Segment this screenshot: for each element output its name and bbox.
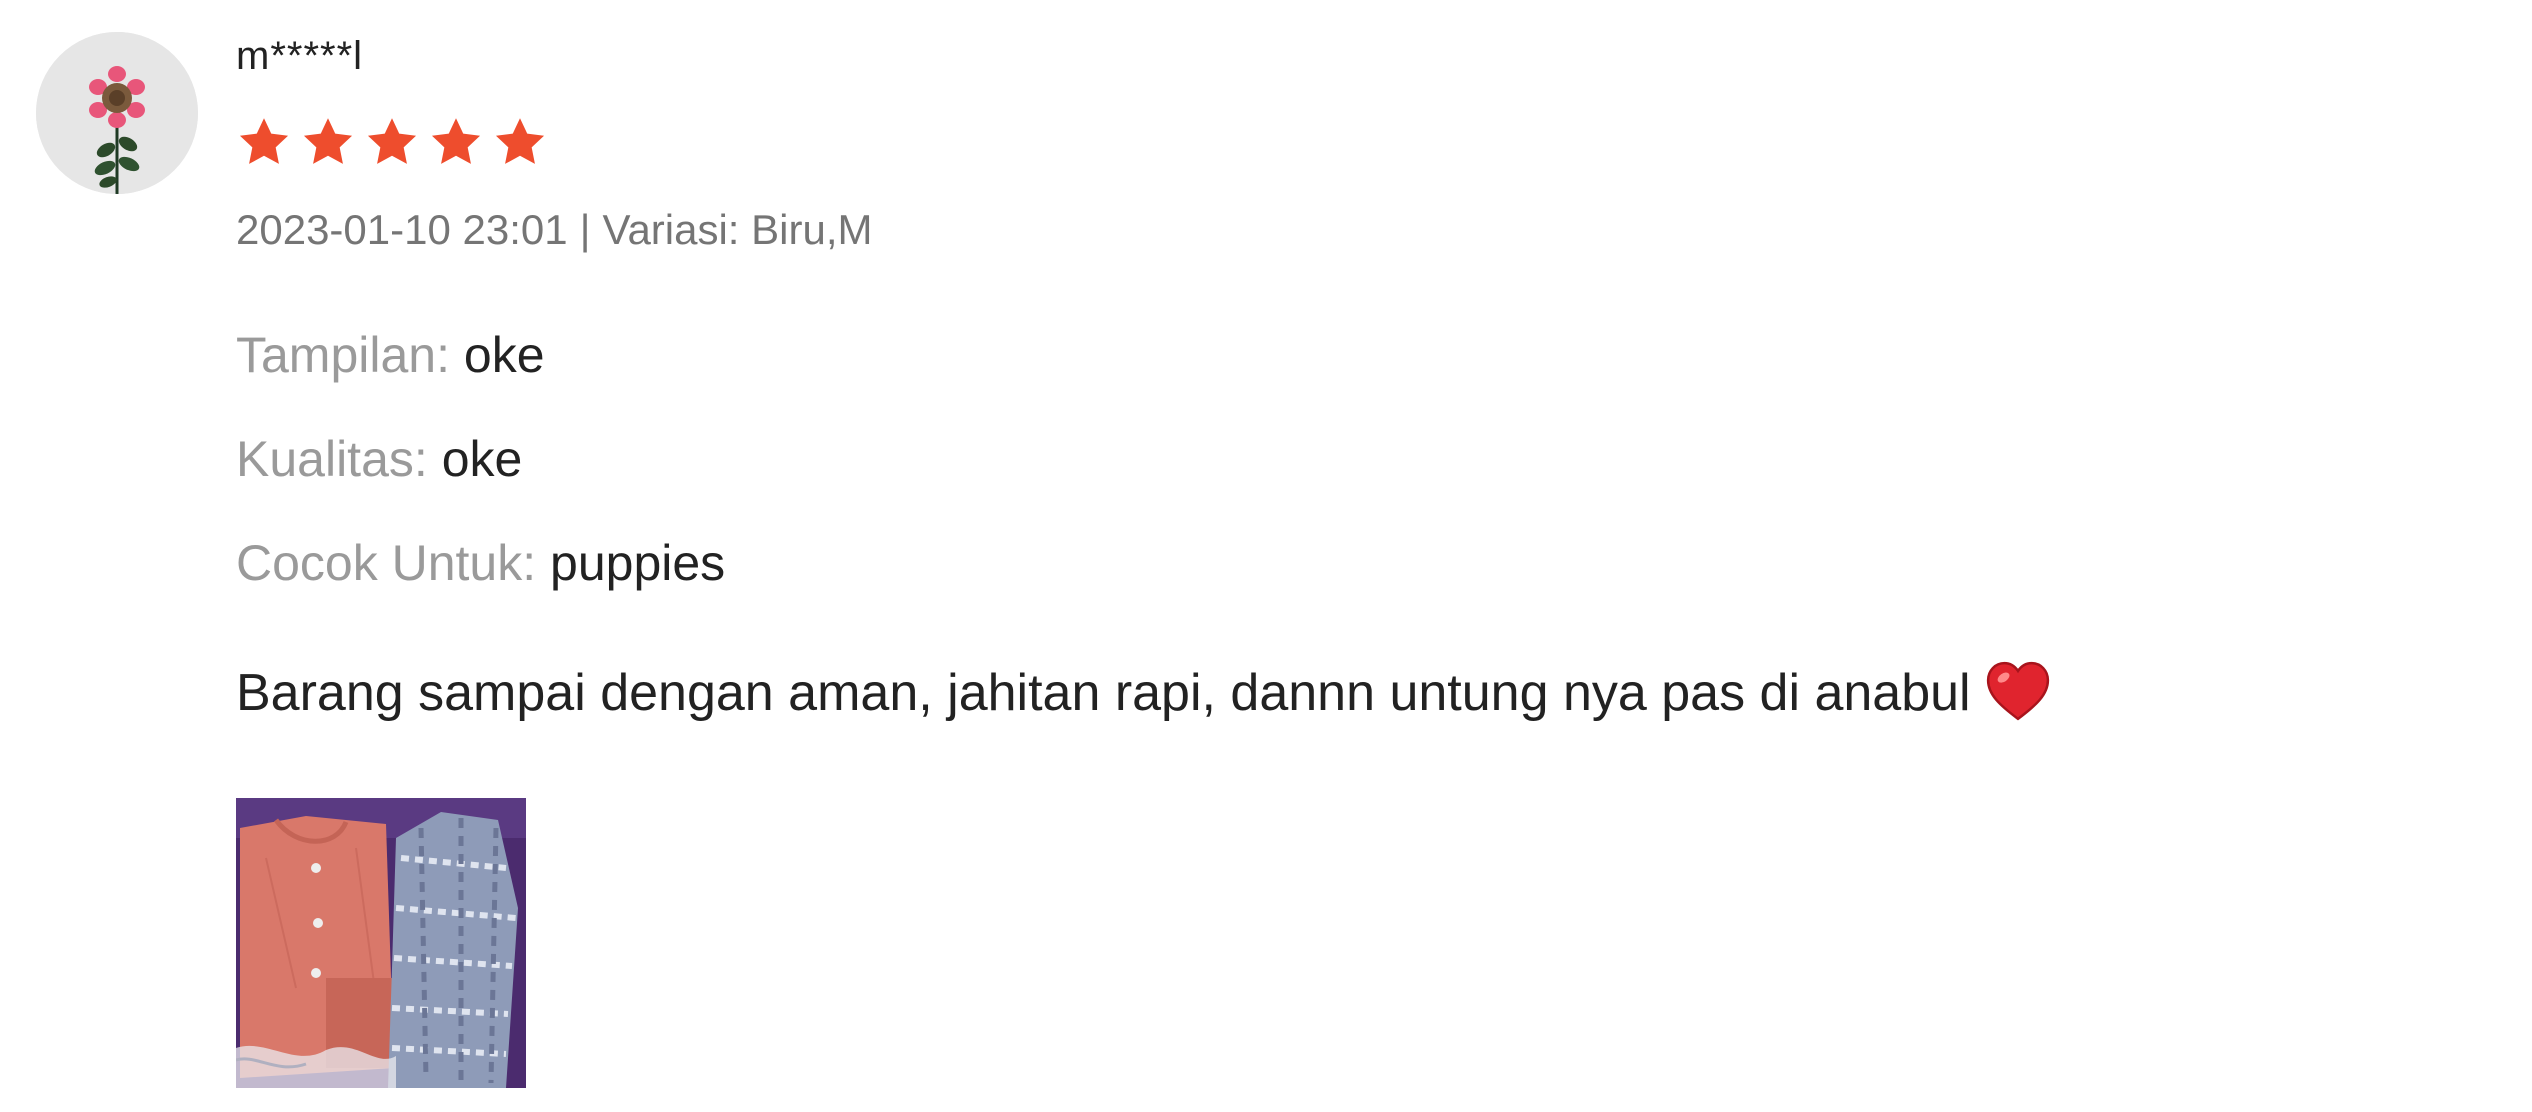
star-icon — [239, 118, 289, 164]
avatar[interactable] — [36, 32, 198, 194]
meta-separator: | — [579, 206, 591, 253]
attribute-quality: Kualitas: oke — [236, 430, 522, 488]
variation-value: Biru,M — [751, 206, 873, 253]
attribute-value: oke — [463, 327, 545, 383]
star-icon — [431, 118, 481, 164]
flower-avatar-icon — [36, 32, 198, 194]
review-comment: Barang sampai dengan aman, jahitan rapi,… — [236, 660, 2051, 723]
heart-emoji-icon — [1986, 661, 2049, 721]
variation-label: Variasi: — [602, 206, 740, 253]
attribute-key: Tampilan: — [236, 327, 450, 383]
attribute-value: oke — [441, 431, 523, 487]
attribute-appearance: Tampilan: oke — [236, 326, 545, 384]
star-icon — [495, 118, 545, 164]
review-meta: 2023-01-10 23:01 | Variasi: Biru,M — [236, 206, 873, 254]
product-review: m*****l 2023-01-10 23:01 | Variasi: Biru,M… — [0, 0, 2532, 1112]
reviewer-username: m*****l — [236, 34, 364, 78]
attribute-key: Cocok Untuk: — [236, 535, 537, 591]
attribute-value: puppies — [550, 535, 726, 591]
review-photo-thumbnail[interactable] — [236, 798, 526, 1088]
star-icon — [367, 118, 417, 164]
review-datetime: 2023-01-10 23:01 — [236, 206, 568, 253]
review-photo-image — [236, 798, 526, 1088]
star-rating — [236, 114, 548, 170]
review-comment-text: Barang sampai dengan aman, jahitan rapi,… — [236, 664, 1971, 722]
star-icon — [303, 118, 353, 164]
attribute-suitable-for: Cocok Untuk: puppies — [236, 534, 725, 592]
attribute-key: Kualitas: — [236, 431, 428, 487]
